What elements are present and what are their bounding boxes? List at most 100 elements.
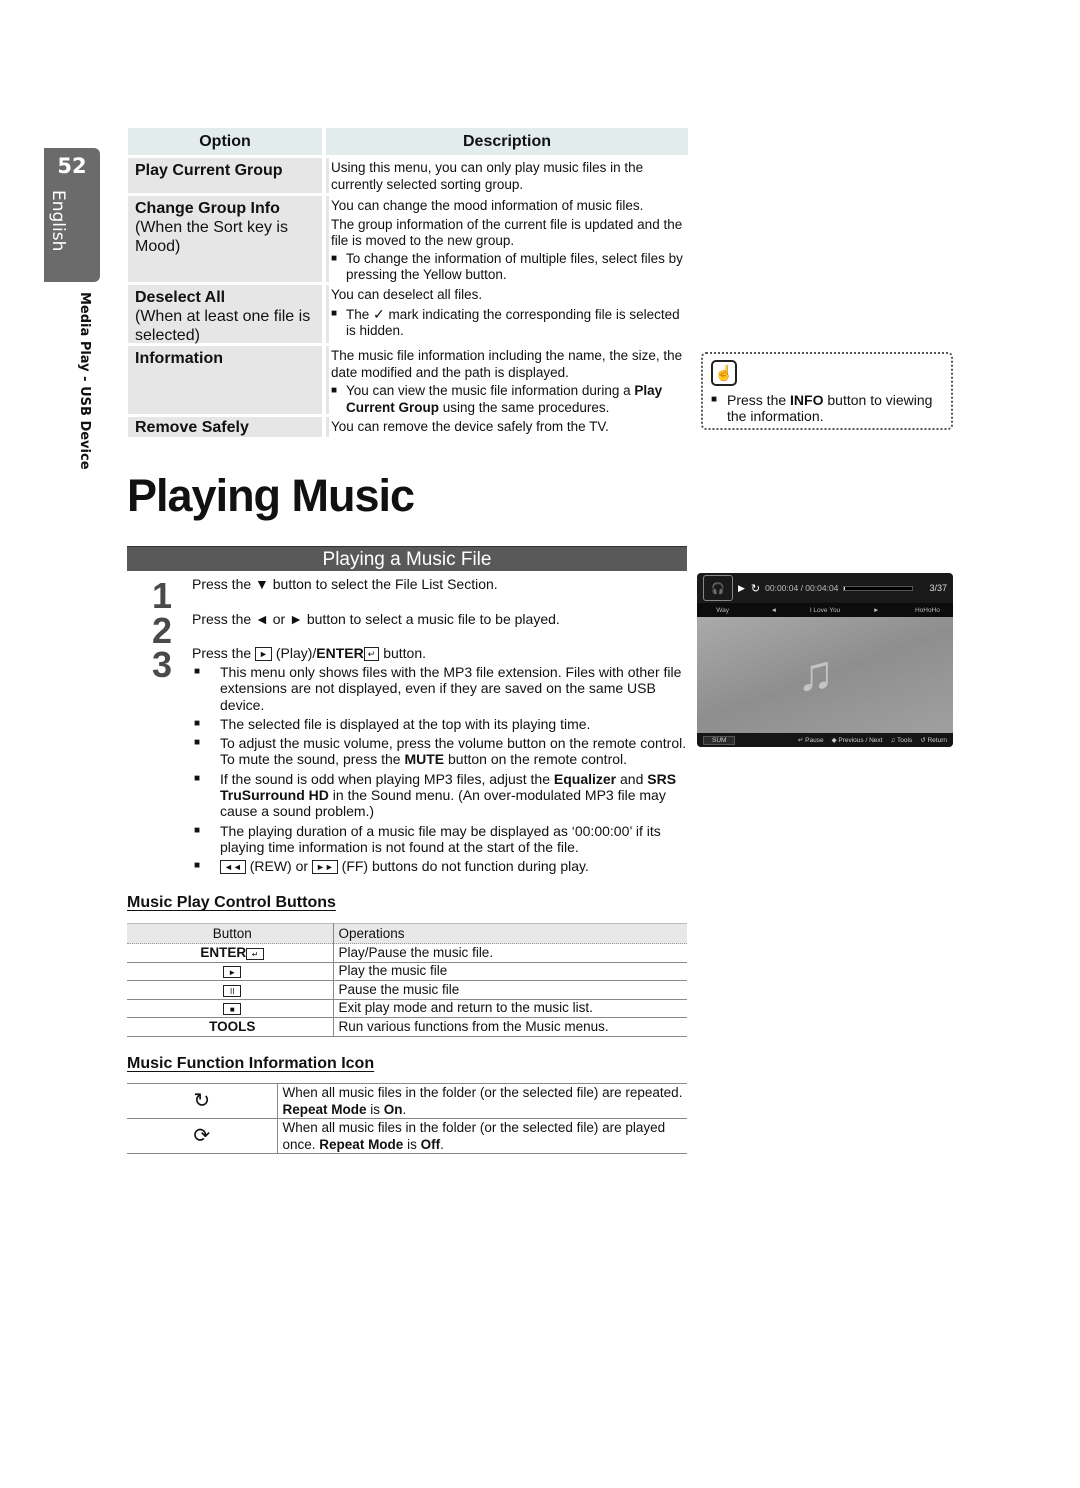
bullet-icon: ■: [194, 737, 201, 749]
step-note: ■ This menu only shows files with the MP3…: [194, 664, 682, 713]
option-row-remove-safely: Remove Safely You can remove the device …: [128, 417, 688, 437]
step-note: ■ To adjust the music volume, press the v…: [194, 735, 687, 768]
step-1: 1 Press the ▼ button to select the File …: [150, 576, 690, 616]
enter-key-icon: ↵: [246, 947, 265, 960]
track-nav: Way ◄ I Love You ► HoHoHo: [697, 603, 953, 617]
header-button: Button: [127, 923, 334, 944]
option-row-change-group-info: Change Group Info (When the Sort key is …: [128, 196, 688, 282]
step-2: 2 Press the ◄ or ► button to select a mu…: [150, 611, 690, 651]
track-count: 3/37: [929, 583, 947, 593]
album-art-icon: 🎧: [703, 575, 733, 601]
bullet-icon: ■: [194, 772, 201, 784]
header-description: Description: [326, 128, 688, 155]
left-arrow-icon: ◄: [770, 606, 778, 614]
hand-pointer-icon: ☝: [711, 360, 737, 386]
option-name: Information: [135, 350, 223, 367]
control-buttons-heading: Music Play Control Buttons: [127, 894, 336, 911]
option-description: You can remove the device safely from th…: [331, 419, 609, 434]
function-icon-table: ↻ When all music files in the folder (or…: [127, 1083, 687, 1154]
current-track: I Love You: [809, 606, 841, 614]
option-table-header: Option Description: [128, 128, 688, 155]
pause-hint: ↵ Pause: [797, 737, 824, 744]
table-row: ■ Exit play mode and return to the music…: [127, 999, 687, 1018]
option-row-play-current-group: Play Current Group Using this menu, you …: [128, 158, 688, 193]
operation-cell: Pause the music file: [333, 980, 687, 1000]
return-hint: ↺ Return: [920, 737, 947, 744]
sum-label: SUM: [703, 735, 736, 745]
repeat-off-icon: ⟳: [127, 1118, 278, 1154]
header-operations: Operations: [333, 923, 687, 944]
play-key-icon: ►: [255, 647, 272, 661]
option-description: You can change the mood information of m…: [331, 198, 644, 213]
button-cell: ■: [127, 999, 334, 1018]
player-bar: 🎧 ▶ ↻ 00:00:04 / 00:04:04 3/37: [697, 573, 953, 603]
bullet-text: You can view the music file information …: [346, 383, 631, 398]
note-text: Press the: [727, 392, 787, 408]
option-name: Deselect All: [135, 289, 226, 306]
icon-description: When all music files in the folder (or t…: [277, 1083, 687, 1119]
bullet-icon: ■: [331, 307, 338, 319]
page-title: Playing Music: [127, 470, 415, 521]
table-row: TOOLS Run various functions from the Mus…: [127, 1017, 687, 1037]
option-condition: (When at least one file is selected): [135, 308, 311, 344]
bullet-icon: ■: [194, 666, 201, 677]
player-background: ♫: [697, 617, 953, 733]
fast-forward-key-icon: ►►: [311, 860, 338, 875]
note-box: ☝ ■ Press the INFO button to viewing the…: [701, 352, 953, 430]
step-number: 3: [152, 644, 173, 685]
option-description-extra: The group information of the current fil…: [331, 216, 683, 249]
table-row: ↻ When all music files in the folder (or…: [127, 1083, 687, 1119]
option-description: Using this menu, you can only play music…: [331, 160, 644, 192]
prev-track: Way: [716, 606, 729, 614]
option-table: Option Description Play Current Group Us…: [128, 128, 688, 437]
enter-key-icon: ↵: [363, 647, 380, 661]
option-name: Change Group Info: [135, 200, 280, 217]
option-row-information: Information The music file information i…: [128, 346, 688, 415]
section-label: Media Play - USB Device: [77, 292, 92, 470]
bullet-icon: ■: [194, 717, 201, 729]
function-icon-heading: Music Function Information Icon: [127, 1055, 375, 1072]
bullet-text: The: [346, 306, 370, 322]
step-note: ■ The selected file is displayed at the t…: [194, 715, 591, 732]
button-cell: ►: [127, 962, 334, 981]
stop-key-icon: ■: [223, 1003, 242, 1016]
progress-fill: [844, 586, 846, 590]
steps-list: 1 Press the ▼ button to select the File …: [150, 576, 690, 878]
option-description: The music file information including the…: [331, 348, 683, 380]
music-note-icon: ♫: [797, 645, 835, 701]
option-name: Remove Safely: [135, 419, 249, 436]
operation-cell: Play/Pause the music file.: [333, 943, 687, 963]
page-number: 52: [57, 154, 87, 178]
play-time: 00:00:04 / 00:04:04: [765, 583, 839, 593]
table-header-row: Button Operations: [127, 923, 687, 944]
bullet-icon: ■: [194, 824, 201, 836]
section-bar-title: Playing a Music File: [127, 546, 687, 571]
bullet-icon: ■: [331, 385, 338, 396]
pause-key-icon: II: [223, 984, 242, 997]
bullet-icon: ■: [194, 860, 201, 872]
step-3: 3 Press the ► (Play)/ENTER ↵ button. ■ Thi…: [150, 645, 690, 875]
table-row: ENTER ↵ Play/Pause the music file.: [127, 943, 687, 963]
step-text: Press the ▼ button to select the File Li…: [192, 576, 498, 592]
repeat-on-icon: ↻: [127, 1083, 278, 1119]
option-name: Play Current Group: [135, 162, 283, 179]
play-icon: ▶: [738, 582, 745, 593]
option-description: You can deselect all files.: [331, 287, 483, 302]
bullet-icon: ■: [331, 252, 338, 264]
tv-screen-illustration: 🎧 ▶ ↻ 00:00:04 / 00:04:04 3/37 Way ◄ I L…: [697, 573, 953, 747]
table-row: II Pause the music file: [127, 980, 687, 1000]
play-key-icon: ►: [223, 966, 242, 979]
language-label: English: [48, 190, 68, 252]
bullet-text: using the same procedures.: [442, 399, 610, 415]
bullet-icon: ■: [711, 394, 718, 405]
prev-next-hint: ◆ Previous / Next: [831, 737, 883, 744]
option-condition: (When the Sort key is Mood): [135, 219, 288, 255]
step-text: Press the ◄ or ► button to select a musi…: [192, 611, 560, 627]
repeat-icon: ↻: [750, 582, 761, 595]
option-bullet: To change the information of multiple fi…: [346, 250, 683, 283]
table-row: ► Play the music file: [127, 962, 687, 981]
table-row: ⟳ When all music files in the folder (or…: [127, 1118, 687, 1154]
tools-hint: ♫ Tools: [890, 736, 913, 744]
operation-cell: Exit play mode and return to the music l…: [333, 999, 687, 1018]
step-text: Press the ► (Play)/ENTER ↵ button.: [192, 645, 427, 661]
